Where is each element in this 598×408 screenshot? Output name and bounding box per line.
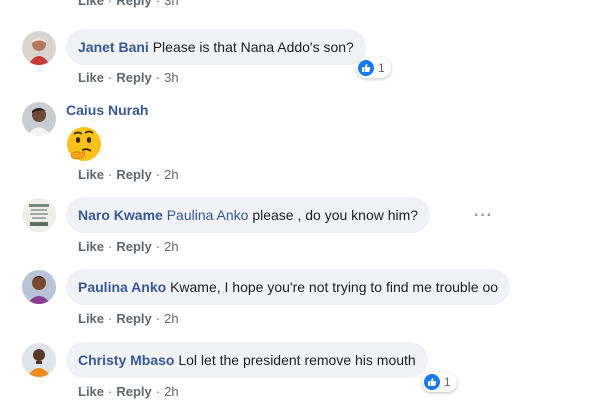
reply-link[interactable]: Reply — [116, 167, 151, 182]
reply-link[interactable]: Reply — [116, 0, 151, 8]
thumbs-up-icon — [358, 60, 374, 76]
thinking-emoji — [64, 124, 104, 164]
reply-link[interactable]: Reply — [116, 384, 151, 399]
comment-author[interactable]: Janet Bani — [78, 39, 149, 55]
like-link[interactable]: Like — [78, 384, 104, 399]
like-link[interactable]: Like — [78, 70, 104, 85]
like-link[interactable]: Like — [78, 239, 104, 254]
reaction-count-badge[interactable]: 1 — [356, 58, 391, 78]
reply-link[interactable]: Reply — [116, 239, 151, 254]
comment-actions: Like · Reply · 3h — [78, 70, 179, 85]
avatar-janet-bani[interactable] — [22, 31, 56, 65]
timestamp[interactable]: 2h — [164, 311, 178, 326]
comment-actions: Like · Reply · 2h — [78, 384, 179, 399]
comment-author[interactable]: Christy Mbaso — [78, 352, 174, 368]
avatar-image — [22, 198, 56, 232]
comment-actions: Like · Reply · 2h — [78, 167, 179, 182]
reaction-count: 1 — [378, 61, 385, 75]
reaction-count-badge[interactable]: 1 — [422, 372, 457, 392]
timestamp[interactable]: 2h — [164, 384, 178, 399]
thinking-face-icon — [67, 127, 101, 161]
timestamp[interactable]: 2h — [164, 239, 178, 254]
like-link[interactable]: Like — [78, 167, 104, 182]
avatar-image — [22, 102, 56, 136]
comment-text: Please is that Nana Addo's son? — [152, 39, 354, 55]
reply-link[interactable]: Reply — [116, 70, 151, 85]
avatar-naro-kwame[interactable] — [22, 198, 56, 232]
timestamp[interactable]: 2h — [164, 167, 178, 182]
comment-actions: Like · Reply · 2h — [78, 311, 179, 326]
reaction-count: 1 — [444, 375, 451, 389]
avatar-paulina-anko[interactable] — [22, 270, 56, 304]
comment-bubble: Paulina Anko Kwame, I hope you're not tr… — [66, 269, 511, 305]
reply-link[interactable]: Reply — [116, 311, 151, 326]
avatar-christy-mbaso[interactable] — [22, 343, 56, 377]
comment-actions: Like · Reply · 2h — [78, 239, 179, 254]
comment-author[interactable]: Paulina Anko — [78, 279, 166, 295]
thumbs-up-icon — [424, 374, 440, 390]
avatar-caius-nurah[interactable] — [22, 102, 56, 136]
comment-bubble: Janet Bani Please is that Nana Addo's so… — [66, 29, 366, 65]
avatar-image — [22, 343, 56, 377]
comment-author[interactable]: Caius Nurah — [66, 102, 148, 118]
avatar-image — [22, 270, 56, 304]
like-link[interactable]: Like — [78, 0, 104, 8]
more-options-icon[interactable]: ··· — [474, 207, 493, 225]
comment-actions-top: Like · Reply · 3h — [78, 0, 179, 8]
avatar-image — [22, 31, 56, 65]
timestamp[interactable]: 3h — [164, 70, 178, 85]
emoji-text: 🤔 — [64, 124, 65, 125]
like-link[interactable]: Like — [78, 311, 104, 326]
mention-link[interactable]: Paulina Anko — [167, 207, 249, 223]
comment-text: please , do you know him? — [252, 207, 419, 223]
comment-bubble: Christy Mbaso Lol let the president remo… — [66, 342, 428, 378]
comment-text: Kwame, I hope you're not trying to find … — [170, 279, 499, 295]
timestamp[interactable]: 3h — [164, 0, 178, 8]
comment-author[interactable]: Naro Kwame — [78, 207, 163, 223]
comment-text: Lol let the president remove his mouth — [178, 352, 416, 368]
comment-bubble: Naro Kwame Paulina Anko please , do you … — [66, 197, 431, 233]
